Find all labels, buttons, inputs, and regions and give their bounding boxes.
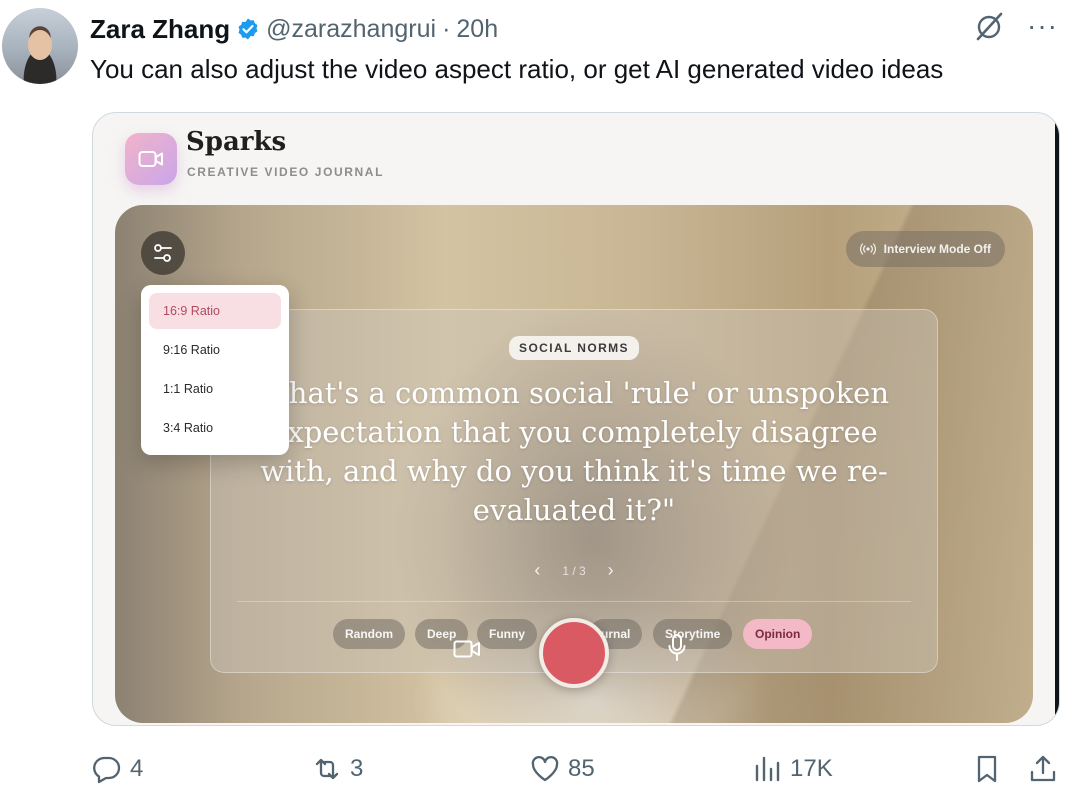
separator-dot: · [442,14,451,43]
settings-sliders-icon [154,244,172,262]
author-handle[interactable]: @zarazhangrui [266,15,436,44]
views-count: 17K [790,755,833,782]
views-action[interactable]: 17K [752,754,833,784]
chip-storytime[interactable]: Storytime [653,619,733,649]
reply-action[interactable]: 4 [92,754,143,784]
like-icon [531,756,559,782]
chip-random[interactable]: Random [333,619,405,649]
author-avatar[interactable] [2,8,78,84]
card-divider [237,601,911,602]
app-logo [125,133,177,185]
tweet-time[interactable]: 20h [456,15,498,44]
settings-button[interactable] [141,231,185,275]
tweet-text: You can also adjust the video aspect rat… [90,54,944,84]
ratio-option-9-16[interactable]: 9:16 Ratio [149,332,281,368]
prompt-question: What's a common social 'rule' or unspoke… [258,376,890,527]
share-icon [1030,755,1056,782]
record-button[interactable] [539,618,609,688]
pager-count: 1 / 3 [562,563,586,578]
broadcast-icon [859,243,876,255]
prompt-pager: ‹ 1 / 3 › [534,560,613,581]
ratio-option-16-9[interactable]: 16:9 Ratio [149,293,281,329]
views-icon [755,756,780,782]
more-icon[interactable]: ··· [1027,12,1058,40]
chip-funny[interactable]: Funny [477,619,537,649]
repost-action[interactable]: 3 [312,754,363,784]
repost-count: 3 [350,755,364,782]
bookmark-action[interactable] [972,754,1002,784]
tweet-actions: 4 3 85 17K [0,748,1080,788]
video-camera-icon [138,151,163,167]
verified-badge-icon [238,18,258,40]
ratio-option-3-4[interactable]: 3:4 Ratio [149,410,281,446]
like-action[interactable]: 85 [530,754,595,784]
tweet-media[interactable]: Sparks CREATIVE VIDEO JOURNAL Interview … [92,112,1060,726]
reply-icon [93,756,121,784]
microphone-icon[interactable] [667,633,687,663]
camera-preview: Interview Mode Off 16:9 Ratio 9:16 Ratio… [115,205,1033,723]
app-title: Sparks [186,127,287,157]
chevron-left-icon[interactable]: ‹ [534,560,540,581]
header-actions: ··· [973,10,1058,42]
bookmark-icon [977,755,997,783]
grok-icon[interactable] [973,10,1005,42]
interview-mode-label: Interview Mode Off [883,242,991,256]
camera-toggle-icon[interactable] [453,639,481,659]
tweet-header: Zara Zhang @zarazhangrui · 20h [90,14,498,44]
ratio-option-1-1[interactable]: 1:1 Ratio [149,371,281,407]
reply-count: 4 [130,755,144,782]
app-subtitle: CREATIVE VIDEO JOURNAL [187,165,384,179]
category-badge: SOCIAL NORMS [509,336,639,360]
repost-icon [315,758,339,780]
author-name[interactable]: Zara Zhang [90,14,230,45]
like-count: 85 [568,755,595,782]
interview-mode-toggle[interactable]: Interview Mode Off [845,231,1005,267]
share-action[interactable] [1028,754,1058,784]
chip-opinion[interactable]: Opinion [743,619,813,649]
aspect-ratio-menu: 16:9 Ratio 9:16 Ratio 1:1 Ratio 3:4 Rati… [141,285,289,455]
chevron-right-icon[interactable]: › [608,560,614,581]
